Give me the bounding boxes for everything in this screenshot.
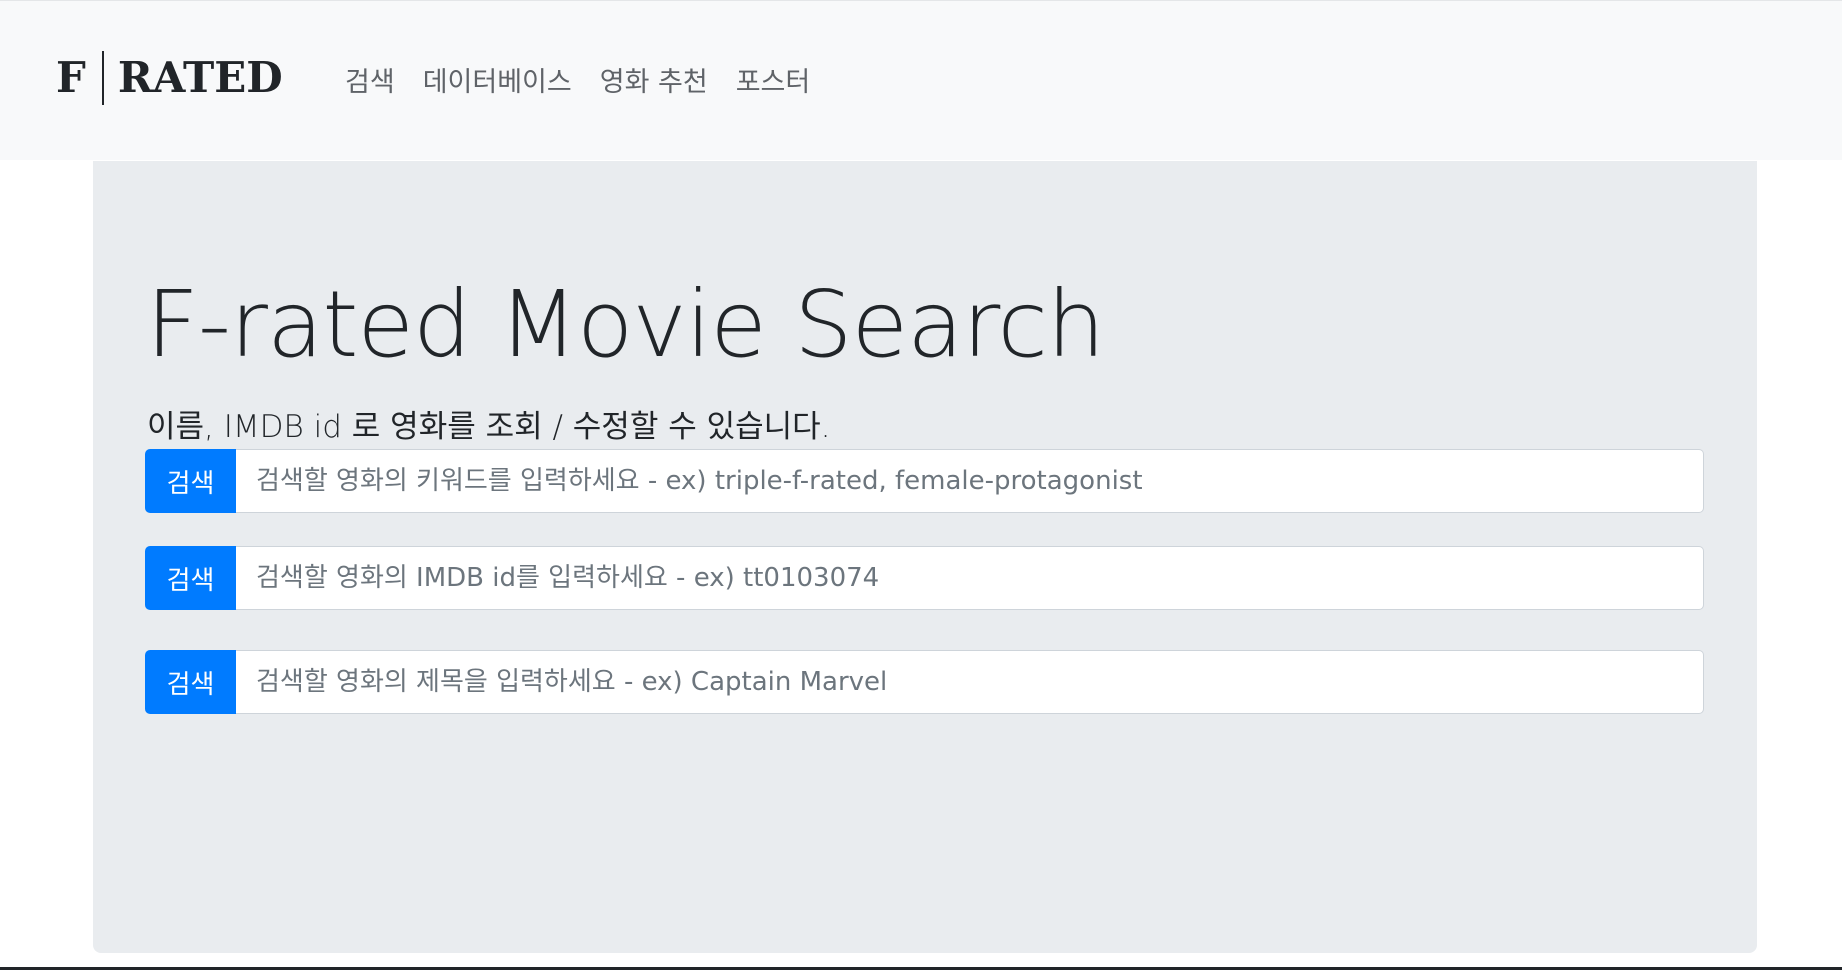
top-navbar: F RATED 검색 데이터베이스 영화 추천 포스터 xyxy=(0,0,1842,160)
search-jumbotron: F-rated Movie Search 이름, IMDB id 로 영화를 조… xyxy=(93,161,1757,953)
nav-item-poster[interactable]: 포스터 xyxy=(736,63,811,103)
imdb-id-search-input[interactable] xyxy=(236,546,1704,610)
keyword-search-input[interactable] xyxy=(236,449,1704,513)
brand-word: RATED xyxy=(117,53,283,102)
brand-logo[interactable]: F RATED xyxy=(56,51,283,105)
brand-letter: F xyxy=(56,53,86,102)
nav-links: 검색 데이터베이스 영화 추천 포스터 xyxy=(345,63,810,103)
keyword-search-button[interactable]: 검색 xyxy=(145,449,236,513)
title-search-group: 검색 xyxy=(145,650,1704,714)
title-search-input[interactable] xyxy=(236,650,1704,714)
nav-item-search[interactable]: 검색 xyxy=(345,63,395,103)
imdb-search-group: 검색 xyxy=(145,546,1704,610)
imdb-search-button[interactable]: 검색 xyxy=(145,546,236,610)
keyword-search-group: 검색 xyxy=(145,449,1704,513)
page-title: F-rated Movie Search xyxy=(146,271,1105,378)
title-search-button[interactable]: 검색 xyxy=(145,650,236,714)
nav-item-database[interactable]: 데이터베이스 xyxy=(423,63,572,103)
brand-divider xyxy=(101,51,104,105)
nav-item-recommendation[interactable]: 영화 추천 xyxy=(600,63,708,103)
page-subtitle: 이름, IMDB id 로 영화를 조회 / 수정할 수 있습니다. xyxy=(147,409,831,445)
